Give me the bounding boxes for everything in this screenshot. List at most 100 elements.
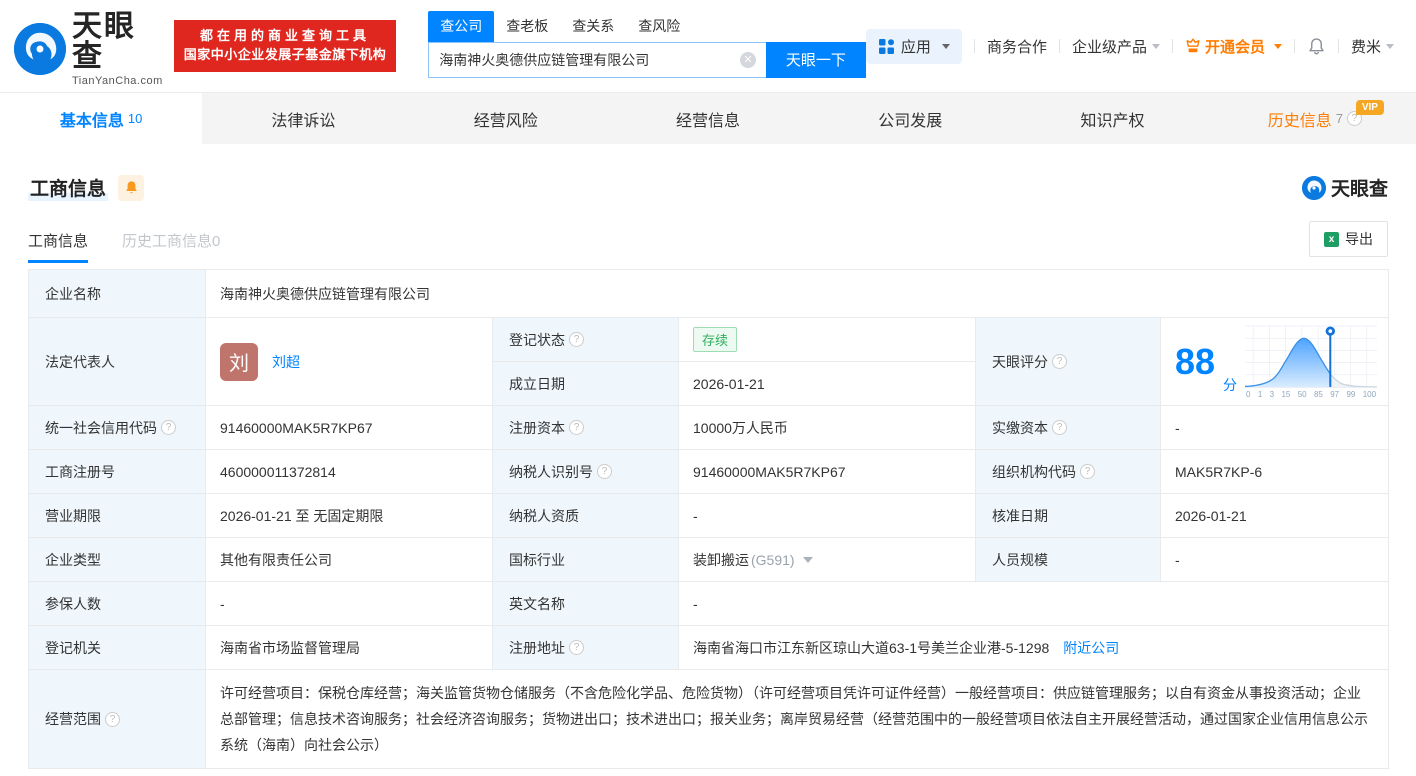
field-value-staff-size: - — [1160, 537, 1389, 582]
nearby-companies-link[interactable]: 附近公司 — [1063, 638, 1119, 658]
tab-basic-count: 10 — [127, 111, 143, 126]
bell-icon — [125, 181, 137, 194]
help-icon[interactable]: ? — [161, 420, 176, 435]
field-label-reg-authority: 登记机关 — [28, 625, 206, 670]
help-icon[interactable]: ? — [569, 640, 584, 655]
score-unit: 分 — [1223, 377, 1238, 393]
promo-line2: 国家中小企业发展子基金旗下机构 — [183, 47, 387, 62]
apps-menu-button[interactable]: 应用 — [865, 28, 962, 64]
promo-banner: 都在用的商业查询工具 国家中小企业发展子基金旗下机构 — [173, 20, 397, 72]
table-row: 统一社会信用代码 ? 91460000MAK5R7KP67 注册资本 ? 100… — [28, 405, 1389, 450]
help-icon[interactable]: ? — [1052, 420, 1067, 435]
field-label-company-name: 企业名称 — [28, 269, 206, 318]
field-label-industry: 国标行业 — [492, 537, 679, 582]
field-value-establish-date: 2026-01-21 — [678, 361, 976, 406]
user-account-menu[interactable]: 费米 — [1351, 36, 1394, 57]
divider — [1171, 39, 1173, 53]
export-button[interactable]: x 导出 — [1309, 221, 1388, 257]
excel-icon: x — [1324, 231, 1339, 247]
brand-name: 天眼查 — [72, 9, 136, 73]
help-icon[interactable]: ? — [1080, 464, 1095, 479]
help-icon[interactable]: ? — [569, 420, 584, 435]
search-tabs: 查公司 查老板 查关系 查风险 — [428, 10, 866, 42]
help-icon[interactable]: ? — [105, 711, 120, 727]
tab-legal-proceedings[interactable]: 法律诉讼 — [202, 93, 404, 144]
search-submit-button[interactable]: 天眼一下 — [765, 41, 866, 78]
search-tab-risk[interactable]: 查风险 — [626, 11, 692, 42]
table-row: 企业类型 其他有限责任公司 国标行业 装卸搬运 (G591) 人员规模 - — [28, 537, 1389, 582]
field-value-credit-code: 91460000MAK5R7KP67 — [205, 405, 493, 450]
field-label-reg-address: 注册地址 ? — [492, 625, 679, 670]
field-value-paid-capital: - — [1160, 405, 1389, 450]
field-value-reg-capital: 10000万人民币 — [678, 405, 976, 450]
legal-rep-avatar[interactable]: 刘 — [220, 342, 258, 381]
tab-history-count: 7 — [1335, 111, 1343, 126]
legal-rep-link[interactable]: 刘超 — [272, 352, 300, 372]
search-tab-relation[interactable]: 查关系 — [560, 11, 626, 42]
tab-operating-risk[interactable]: 经营风险 — [405, 93, 607, 144]
field-label-legal-rep: 法定代表人 — [28, 317, 206, 406]
field-value-business-scope: 许可经营项目：保税仓库经营；海关监管货物仓储服务（不含危险化学品、危险货物）（许… — [205, 669, 1389, 769]
field-label-org-code: 组织机构代码 ? — [975, 449, 1161, 494]
tianyancha-logo[interactable]: 天眼查 TianYanCha.com — [14, 9, 164, 87]
open-membership-menu[interactable]: 开通会员 — [1185, 36, 1282, 57]
field-value-score: 88 分 0 1 3 15 50 85 97 99 100 — [1160, 317, 1389, 406]
help-icon[interactable]: ? — [597, 464, 612, 479]
tab-basic-info[interactable]: 基本信息 10 — [0, 93, 203, 144]
monitor-bell-button[interactable] — [118, 174, 145, 201]
watermark-text: 天眼查 — [1330, 179, 1388, 200]
industry-expand-chevron-icon[interactable] — [802, 556, 813, 563]
field-value-reg-address: 海南省海口市江东新区琼山大道63-1号美兰企业港-5-1298 附近公司 — [678, 625, 1389, 670]
field-label-reg-status: 登记状态 ? — [492, 317, 679, 362]
subtab-history-business-info[interactable]: 历史工商信息0 — [122, 230, 220, 263]
search-input[interactable] — [428, 41, 766, 78]
score-distribution-chart: 01 3 15 50 85 97 99 100 — [1245, 324, 1378, 399]
field-label-reg-capital: 注册资本 ? — [492, 405, 679, 450]
field-value-approval-date: 2026-01-21 — [1160, 493, 1389, 538]
score-value: 88 — [1175, 340, 1216, 382]
chevron-down-icon — [1151, 43, 1160, 49]
field-value-org-code: MAK5R7KP-6 — [1160, 449, 1389, 494]
subtab-business-info[interactable]: 工商信息 — [28, 230, 89, 263]
chevron-down-icon — [941, 43, 950, 49]
status-badge: 存续 — [693, 327, 738, 352]
tab-company-development[interactable]: 公司发展 — [809, 93, 1011, 144]
brand-domain: TianYanCha.com — [72, 74, 163, 87]
search-tab-company[interactable]: 查公司 — [428, 10, 495, 42]
table-row: 法定代表人 刘 刘超 登记状态 ? 存续 天眼评分 ? 88 分 0 1 3 1… — [28, 317, 1389, 406]
field-label-establish-date: 成立日期 — [492, 361, 679, 406]
search-tab-boss[interactable]: 查老板 — [494, 11, 560, 42]
address-text: 海南省海口市江东新区琼山大道63-1号美兰企业港-5-1298 — [693, 639, 1050, 656]
table-row: 经营范围 ? 许可经营项目：保税仓库经营；海关监管货物仓储服务（不含危险化学品、… — [28, 669, 1389, 769]
field-label-business-scope: 经营范围 ? — [28, 669, 206, 769]
field-label-taxpayer-id: 纳税人识别号 ? — [492, 449, 679, 494]
help-icon[interactable]: ? — [569, 332, 584, 347]
tianyancha-logo-icon — [14, 23, 66, 75]
tab-operating-info[interactable]: 经营信息 — [607, 93, 809, 144]
divider — [1293, 39, 1295, 53]
field-label-staff-size: 人员规模 — [975, 537, 1161, 582]
field-label-insured-count: 参保人数 — [28, 581, 206, 626]
help-icon[interactable]: ? — [1052, 354, 1067, 369]
search-area: 查公司 查老板 查关系 查风险 ✕ 天眼一下 — [428, 10, 866, 78]
enterprise-product-menu[interactable]: 企业级产品 — [1072, 36, 1160, 57]
tab-history-info[interactable]: VIP 历史信息 7 ? — [1214, 93, 1416, 144]
table-row: 工商注册号 460000011372814 纳税人识别号 ? 91460000M… — [28, 449, 1389, 494]
section-title: 工商信息 — [28, 174, 109, 201]
clear-search-icon[interactable]: ✕ — [739, 51, 756, 68]
field-value-reg-authority: 海南省市场监督管理局 — [205, 625, 493, 670]
field-value-business-term: 2026-01-21 至 无固定期限 — [205, 493, 493, 538]
notifications-bell-icon[interactable] — [1307, 37, 1326, 56]
tab-intellectual-property[interactable]: 知识产权 — [1011, 93, 1213, 144]
divider — [1337, 39, 1339, 53]
field-value-company-name: 海南神火奥德供应链管理有限公司 — [205, 269, 1389, 318]
chevron-down-icon — [1273, 43, 1282, 49]
field-value-reg-status: 存续 — [678, 317, 976, 362]
business-cooperation-link[interactable]: 商务合作 — [987, 36, 1047, 57]
vip-badge: VIP — [1355, 100, 1384, 115]
field-label-company-type: 企业类型 — [28, 537, 206, 582]
top-nav: 应用 商务合作 企业级产品 开通会员 费米 — [865, 28, 1394, 64]
field-value-english-name: - — [678, 581, 1389, 626]
watermark-logo: 天眼查 — [1301, 174, 1388, 201]
field-label-business-term: 营业期限 — [28, 493, 206, 538]
